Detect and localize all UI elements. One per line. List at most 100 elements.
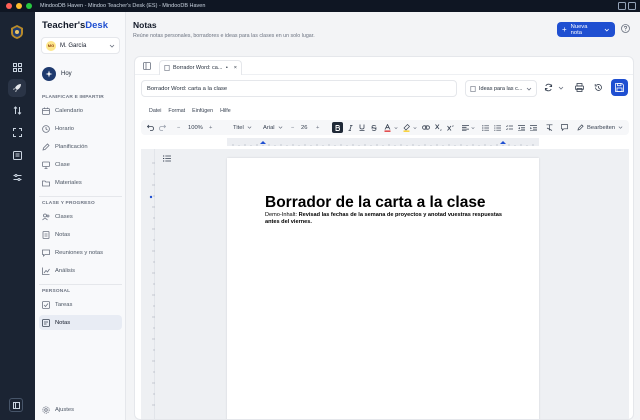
sidebar-item-planning[interactable]: Planificación	[39, 139, 122, 154]
new-note-label: Nueva nota	[570, 23, 588, 36]
highlight-button[interactable]	[403, 120, 410, 135]
text-color-button[interactable]	[384, 120, 391, 135]
note-name-input[interactable]: Borrador Word: carta a la clase	[141, 80, 457, 97]
sync-button[interactable]	[544, 83, 553, 92]
numbered-list-button[interactable]	[494, 120, 501, 135]
sidebar-item-analysis[interactable]: Análisis	[39, 263, 122, 278]
sidebar-item-calendar[interactable]: Calendario	[39, 103, 122, 118]
sidebar-toggle-icon	[12, 401, 20, 409]
main-content: Notas Reúne notas personales, borradores…	[126, 12, 640, 420]
doc-icon	[164, 65, 170, 71]
bullet-list-icon	[482, 124, 489, 131]
outline-toggle-button[interactable]	[163, 155, 171, 162]
bullet-list-button[interactable]	[482, 120, 489, 135]
sidebar-item-classes[interactable]: Clases	[39, 209, 122, 224]
zoom-select[interactable]: 100%	[188, 120, 203, 135]
sidebar-item-tasks[interactable]: Tareas	[39, 297, 122, 312]
panel-toggle-icon[interactable]	[143, 62, 151, 70]
zoom-in-button[interactable]: +	[209, 120, 212, 135]
zoom-window-button[interactable]	[26, 3, 32, 9]
style-select[interactable]: Titel	[233, 120, 252, 135]
sidebar-item-today[interactable]: Hoy	[42, 67, 72, 81]
sync-options-button[interactable]	[558, 85, 564, 91]
sidebar-item-label: Notas	[55, 231, 71, 238]
history-button[interactable]	[594, 83, 603, 92]
window-layout-button[interactable]	[618, 2, 626, 10]
bold-button[interactable]	[332, 122, 343, 133]
font-size-increase-button[interactable]: +	[316, 120, 319, 135]
chevron-down-icon	[618, 126, 623, 129]
subscript-button[interactable]: 2	[435, 120, 443, 135]
sidebar-item-grades[interactable]: Notas	[39, 227, 122, 242]
rail-collapse-button[interactable]	[9, 398, 23, 412]
outdent-button[interactable]	[518, 120, 525, 135]
rail-settings-button[interactable]	[8, 168, 26, 186]
destination-select[interactable]: Ideas para las c...	[465, 80, 537, 97]
tab-close-button[interactable]: ×	[234, 65, 237, 71]
section-personal-heading: PERSONAL	[42, 289, 71, 294]
superscript-button[interactable]: 2	[447, 120, 455, 135]
window-title: MindooDB Haven - Mindoo Teacher's Desk (…	[40, 3, 206, 9]
menu-format[interactable]: Format	[168, 108, 185, 114]
undo-button[interactable]	[147, 120, 154, 135]
format-toolbar: − 100% + Titel Arial − 26 + 2 2 Bearbeit…	[141, 120, 629, 135]
sidebar-item-materials[interactable]: Materiales	[39, 175, 122, 190]
rail-dashboard-button[interactable]	[8, 58, 26, 76]
clear-format-button[interactable]	[546, 120, 553, 135]
minimize-window-button[interactable]	[16, 3, 22, 9]
menu-help[interactable]: Hilfe	[220, 108, 231, 114]
rail-transfer-button[interactable]	[8, 101, 26, 119]
align-button[interactable]	[462, 120, 469, 135]
rail-rocket-button[interactable]	[8, 79, 26, 97]
sidebar-item-meetings[interactable]: Reuniones y notas	[39, 245, 122, 260]
menu-insert[interactable]: Einfügen	[192, 108, 213, 114]
document-page[interactable]: Borrador de la carta a la clase Demo-Inh…	[227, 158, 539, 419]
redo-icon	[159, 124, 166, 131]
sidebar-item-class[interactable]: Clase	[39, 157, 122, 172]
rail-sync-button[interactable]	[8, 123, 26, 141]
edit-mode-select[interactable]: Bearbeiten	[577, 120, 623, 135]
print-button[interactable]	[575, 83, 584, 92]
floppy-icon	[615, 83, 624, 92]
doc-icon	[470, 85, 476, 92]
undo-icon	[147, 124, 154, 131]
document-body: Revisad las fechas de la semana de proye…	[265, 212, 502, 225]
font-value: Arial	[263, 124, 275, 131]
text-color-dropdown[interactable]	[394, 120, 398, 135]
comment-icon	[561, 124, 568, 131]
rail-backup-button[interactable]	[8, 146, 26, 164]
zoom-out-button[interactable]: −	[177, 120, 180, 135]
close-window-button[interactable]	[6, 3, 12, 9]
font-select[interactable]: Arial	[263, 120, 283, 135]
horizontal-ruler[interactable]	[227, 138, 539, 146]
font-size-value[interactable]: 26	[301, 120, 307, 135]
sidebar-item-label: Reuniones y notas	[55, 249, 104, 256]
indent-button[interactable]	[530, 120, 537, 135]
highlight-dropdown[interactable]	[413, 120, 417, 135]
document-paragraph: Demo-Inhalt: Revisad las fechas de la se…	[265, 212, 515, 226]
comment-button[interactable]	[561, 120, 568, 135]
vertical-ruler[interactable]	[141, 149, 155, 419]
chevron-down-icon	[278, 126, 283, 129]
font-size-decrease-button[interactable]: −	[291, 120, 294, 135]
document-canvas[interactable]: Borrador de la carta a la clase Demo-Inh…	[141, 149, 629, 419]
menu-file[interactable]: Datei	[149, 108, 161, 114]
user-switcher[interactable]: MG M. García	[41, 37, 120, 54]
italic-button[interactable]	[348, 120, 353, 135]
checklist-button[interactable]	[506, 120, 513, 135]
sidebar-item-settings[interactable]: Ajustes	[39, 402, 122, 417]
chevron-down-icon	[605, 28, 610, 31]
underline-button[interactable]	[359, 120, 365, 135]
window-restore-button[interactable]	[628, 2, 636, 10]
tab-note[interactable]: Borrador Word: ca... • ×	[159, 60, 242, 75]
sidebar-item-label: Notas	[55, 319, 71, 326]
new-note-button[interactable]: + Nueva nota	[557, 22, 615, 37]
sidebar-item-notes[interactable]: Notas	[39, 315, 122, 330]
redo-button[interactable]	[159, 120, 166, 135]
strikethrough-button[interactable]	[371, 120, 377, 135]
save-button[interactable]	[611, 79, 628, 96]
align-dropdown[interactable]	[471, 120, 475, 135]
link-button[interactable]	[422, 120, 430, 135]
sidebar-item-schedule[interactable]: Horario	[39, 121, 122, 136]
help-icon[interactable]	[621, 24, 630, 33]
